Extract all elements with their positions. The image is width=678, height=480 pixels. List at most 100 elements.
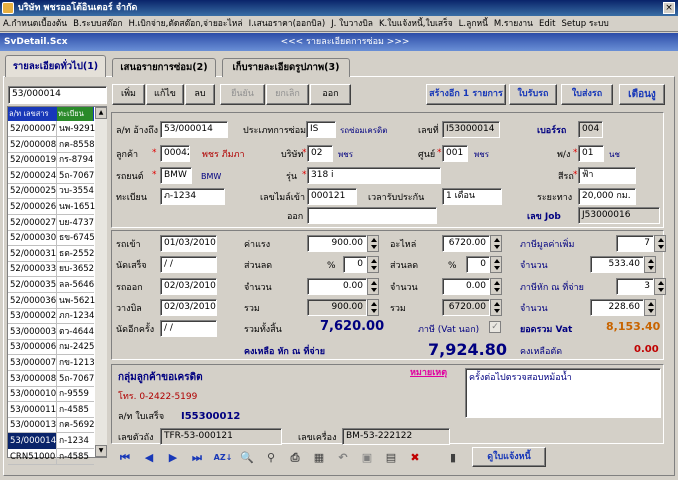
menu-setup[interactable]: A.กำหนดเบื้องต้น: [0, 16, 70, 32]
list-item[interactable]: 52/000019 กร-8794: [8, 152, 94, 169]
search-icon[interactable]: 🔍: [236, 448, 258, 468]
edit-icon[interactable]: ▤: [380, 448, 402, 468]
list-item[interactable]: 53/000006 กม-2425: [8, 339, 94, 356]
list-item[interactable]: 53/000002 ภก-1234: [8, 308, 94, 325]
labor-discount-field[interactable]: 0: [343, 256, 367, 273]
vat-pct-field[interactable]: 7: [616, 235, 654, 252]
list-item[interactable]: 52/000007 นพ-9291: [8, 121, 95, 137]
list-item[interactable]: 52/000024 5ถ-7067: [8, 167, 94, 184]
menu-quote[interactable]: I.เสนอราคา(ออกบิล): [246, 16, 329, 32]
first-record-icon[interactable]: ⏮: [114, 448, 136, 468]
parts-discount-field[interactable]: 0: [466, 256, 490, 273]
close-icon[interactable]: ×: [663, 2, 675, 14]
vat-out-checkbox[interactable]: ✓: [489, 321, 501, 333]
list-item[interactable]: 52/000025 วบ-3554: [8, 183, 94, 200]
exit-button[interactable]: ออก: [310, 84, 351, 105]
brand-code-field[interactable]: BMW: [160, 167, 192, 184]
list-item[interactable]: 53/000010 ก-9559: [8, 386, 94, 403]
parts-qty-field[interactable]: 0.00: [442, 278, 490, 295]
list-item[interactable]: 53/000008 5ถ-7067: [8, 370, 94, 387]
center-code-field[interactable]: 001: [442, 145, 468, 162]
mileage-field[interactable]: 000121: [307, 188, 357, 205]
date-in-field[interactable]: 01/03/2010: [160, 235, 217, 252]
next-record-icon[interactable]: ▶: [162, 448, 184, 468]
edit-button[interactable]: แก้ไข: [146, 84, 184, 105]
list-item[interactable]: CRN51000 ก-4585: [8, 448, 94, 465]
prev-record-icon[interactable]: ◀: [138, 448, 160, 468]
calculator-icon[interactable]: ▦: [308, 448, 330, 468]
labor-spinner-icon[interactable]: [367, 235, 379, 252]
parts-qty-spinner-icon[interactable]: [490, 278, 502, 295]
note-field[interactable]: ครั้งต่อไปตรวจสอบหม้อน้ำ: [465, 368, 661, 418]
list-item[interactable]: 52/000035 ลล-5646: [8, 277, 94, 293]
confirm-button[interactable]: ยืนยัน: [220, 84, 265, 105]
search-input[interactable]: 53/000014: [8, 86, 107, 104]
list-item[interactable]: 53/000011 ก-4585: [8, 401, 94, 418]
list-item[interactable]: 53/000007 กข-1213: [8, 355, 95, 371]
deliver-car-button[interactable]: ใบส่งรถ: [561, 84, 613, 105]
vat-amount-field[interactable]: 533.40: [590, 256, 644, 273]
plate-field[interactable]: ภ-1234: [160, 188, 225, 205]
labor-qty-spinner-icon[interactable]: [367, 278, 379, 295]
list-item[interactable]: 53/000003 ตว-4644: [8, 323, 94, 340]
sort-icon[interactable]: AZ↓: [212, 448, 234, 468]
warranty-field[interactable]: 1 เดือน: [442, 188, 502, 205]
menu-billing[interactable]: J. ใบวางบิล: [328, 16, 376, 32]
binoculars-icon[interactable]: ⚲: [260, 448, 282, 468]
menu-edit[interactable]: Edit: [536, 16, 558, 32]
last-record-icon[interactable]: ⏭: [186, 448, 208, 468]
list-item[interactable]: 52/000030 ธข-6745: [8, 230, 95, 247]
date-appt-field[interactable]: / /: [160, 320, 217, 337]
print-icon[interactable]: ⎙: [284, 448, 306, 468]
wht-spinner-icon[interactable]: [654, 278, 666, 295]
wht-pct-field[interactable]: 3: [616, 278, 654, 295]
labor-discount-spinner-icon[interactable]: [367, 256, 379, 273]
distance-field[interactable]: 20,000 กม.: [578, 188, 636, 205]
create-more-button[interactable]: สร้างอีก 1 รายการ: [426, 84, 506, 105]
exit-icon[interactable]: ▮: [442, 448, 464, 468]
menu-debtor[interactable]: L.ลูกหนี้: [456, 16, 491, 32]
company-code-field[interactable]: 02: [307, 145, 333, 162]
list-item[interactable]: 52/000031 ธต-2552: [8, 245, 94, 262]
scroll-up-icon[interactable]: ▲: [95, 107, 107, 119]
list-item[interactable]: 52/000036 นพ-5621: [8, 292, 95, 309]
delete-button[interactable]: ลบ: [185, 84, 215, 105]
list-item[interactable]: 52/000008 กค-8558: [8, 136, 95, 153]
notify-button[interactable]: ดูใบแจ้งหนี้: [472, 447, 546, 467]
vat-spinner-icon[interactable]: [654, 235, 666, 252]
menu-system[interactable]: Setup ระบบ: [558, 16, 611, 32]
add-button[interactable]: เพิ่ม: [112, 84, 145, 105]
customer-code-field[interactable]: 00042: [160, 145, 190, 162]
wht-amount-field[interactable]: 228.60: [590, 299, 644, 316]
date-bill-field[interactable]: 02/03/2010: [160, 299, 217, 316]
ref-field[interactable]: 53/000014: [160, 121, 228, 138]
cancel-button[interactable]: ยกเลิก: [266, 84, 309, 105]
scroll-down-icon[interactable]: ▼: [95, 445, 107, 457]
labor-qty-field[interactable]: 0.00: [307, 278, 367, 295]
delete-icon[interactable]: ✖: [404, 448, 426, 468]
list-scrollbar[interactable]: ▲ ▼: [95, 107, 107, 457]
color-field[interactable]: ฟ้า: [578, 167, 636, 184]
out-field[interactable]: [307, 207, 437, 224]
undo-icon[interactable]: ↶: [332, 448, 354, 468]
warning-button[interactable]: เตือนงู: [619, 84, 665, 105]
repair-type-code-field[interactable]: IS: [306, 121, 336, 138]
date-done-field[interactable]: / /: [160, 256, 217, 273]
parts-field[interactable]: 6720.00: [442, 235, 490, 252]
branch-code-field[interactable]: 01: [578, 145, 604, 162]
save-icon[interactable]: ▣: [356, 448, 378, 468]
date-out-field[interactable]: 02/03/2010: [160, 278, 217, 295]
tab-general[interactable]: รายละเอียดทั่วไป(1): [5, 55, 106, 77]
tab-pictures[interactable]: เก็บรายละเอียดรูปภาพ(3): [222, 58, 350, 77]
menu-issue[interactable]: H.เบิกจ่าย,ตัดสต๊อก,จ่ายอะไหล่: [126, 16, 246, 32]
wht-amount-spinner-icon[interactable]: [644, 299, 656, 316]
list-item[interactable]: 53/000013 กค-5692: [8, 417, 95, 434]
labor-field[interactable]: 900.00: [307, 235, 367, 252]
record-list[interactable]: ล/ท เลขสาร ทะเบียน 52/000007 นพ-9291 52/000…: [7, 106, 107, 465]
menu-report[interactable]: M.รายงาน: [491, 16, 536, 32]
vat-amount-spinner-icon[interactable]: [644, 256, 656, 273]
list-item[interactable]: 52/000026 นพ-1651: [8, 199, 95, 215]
list-item[interactable]: 53/000014 ก-1234: [8, 433, 94, 449]
menu-invoice[interactable]: K.ใบแจ้งหนี้,ใบเสร็จ: [376, 16, 456, 32]
parts-discount-spinner-icon[interactable]: [490, 256, 502, 273]
